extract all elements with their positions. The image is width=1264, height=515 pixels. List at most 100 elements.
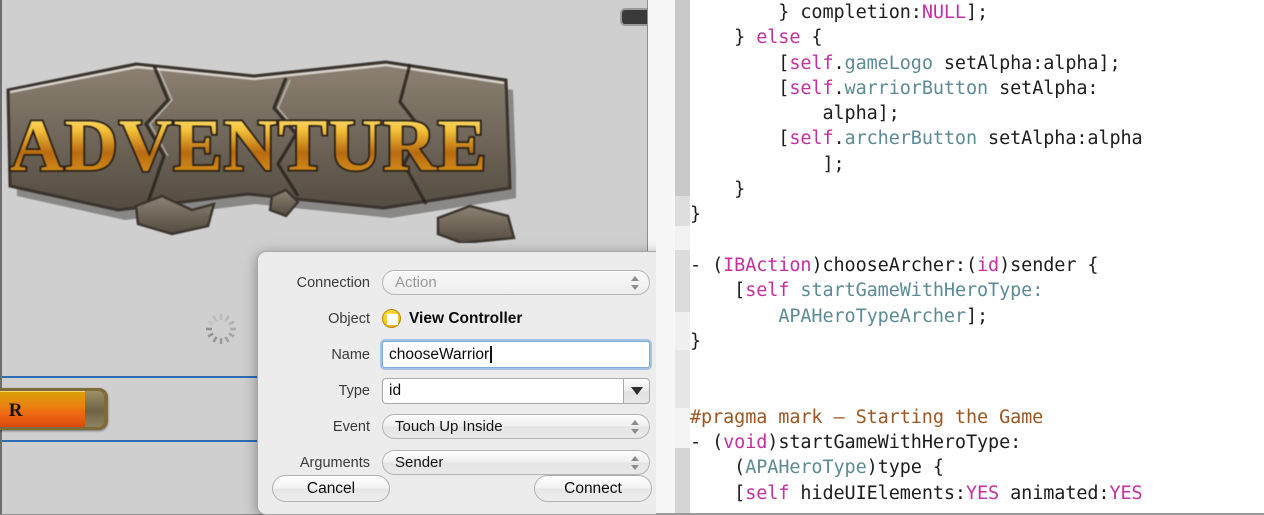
code-line: [self.archerButton setAlpha:alpha (690, 126, 1264, 151)
fold-band[interactable] (675, 250, 690, 312)
event-popup-button[interactable]: Touch Up Inside (382, 414, 650, 439)
code-token: { (800, 27, 823, 49)
code-line: [self.gameLogo setAlpha:alpha]; (690, 51, 1264, 76)
type-combobox[interactable]: id (382, 377, 650, 404)
code-token: } (690, 2, 801, 23)
form-row-connection: Connection Action (268, 266, 650, 299)
code-token: ]; (965, 305, 989, 327)
code-line: [self hideUIElements:YES animated:YES (690, 481, 1264, 506)
type-value: id (389, 381, 402, 399)
warrior-button-end-cap (85, 391, 105, 427)
warrior-button[interactable]: R (0, 388, 108, 430)
arguments-value: Sender (395, 454, 444, 471)
fold-band[interactable] (675, 312, 690, 350)
type-label: Type (338, 382, 370, 399)
code-editor-panel[interactable]: } completion:NULL]; } else { [self.gameL… (656, 0, 1264, 515)
code-line: ]; (690, 152, 1264, 177)
code-token: YES (1109, 482, 1143, 504)
code-token: warriorButton (844, 77, 989, 99)
name-input[interactable]: chooseWarrior (382, 341, 650, 368)
fold-band[interactable] (675, 408, 690, 448)
code-line: - (void)startGameWithHeroType: (690, 430, 1264, 455)
code-token: - ( (690, 432, 724, 454)
game-logo-image[interactable]: ADVENTURE (0, 38, 516, 243)
name-label: Name (331, 346, 370, 363)
code-token: APAHeroType (745, 457, 867, 479)
code-token: )chooseArcher:( (811, 254, 978, 276)
dialog-button-bar: Cancel Connect (272, 475, 652, 502)
canvas-status-badge[interactable] (620, 8, 647, 26)
code-token: #pragma mark — Starting the Game (690, 406, 1044, 428)
interface-builder-panel: ADVENTURE R Connection Action Object Vie… (0, 0, 656, 515)
arguments-label: Arguments (299, 454, 370, 471)
type-input[interactable]: id (382, 377, 623, 404)
chevron-down-icon (630, 386, 643, 395)
fold-band[interactable] (675, 0, 690, 196)
event-value: Touch Up Inside (395, 418, 503, 435)
code-line: } else { (690, 25, 1264, 50)
code-folding-ribbon[interactable] (675, 0, 690, 515)
chevron-updown-icon (631, 454, 640, 472)
code-line: APAHeroTypeArcher]; (690, 304, 1264, 329)
code-token: startGameWithHeroType: (800, 280, 1044, 302)
code-token: . (833, 128, 845, 150)
code-line: alpha]; (690, 101, 1264, 126)
code-token: APAHeroTypeArcher (778, 305, 966, 327)
code-token: NULL (921, 2, 966, 23)
code-token: id (977, 254, 1000, 276)
code-token: [ (690, 52, 790, 74)
arguments-popup-button[interactable]: Sender (382, 450, 650, 475)
fold-band[interactable] (675, 226, 690, 250)
code-token: self (745, 482, 790, 504)
fold-band[interactable] (675, 350, 690, 408)
code-token: [ (690, 280, 746, 302)
code-token: } (690, 330, 702, 352)
code-token: alpha]; (690, 103, 900, 125)
code-token: animated: (999, 482, 1110, 504)
code-token: setAlpha:alpha]; (932, 52, 1121, 74)
form-row-event: Event Touch Up Inside (268, 410, 650, 443)
activity-indicator-icon (206, 314, 236, 344)
connect-button[interactable]: Connect (534, 475, 652, 502)
connection-dialog: Connection Action Object View Controller… (257, 251, 656, 515)
editor-left-margin (656, 0, 675, 515)
code-line: [self startGameWithHeroType: (690, 278, 1264, 303)
type-dropdown-button[interactable] (623, 377, 650, 404)
code-line: #pragma mark — Starting the Game (690, 405, 1264, 430)
connection-popup-button[interactable]: Action (382, 270, 650, 295)
form-row-name: Name chooseWarrior (268, 338, 650, 371)
code-line: [self.warriorButton setAlpha: (690, 76, 1264, 101)
event-label: Event (332, 418, 370, 435)
fold-band[interactable] (675, 448, 690, 515)
code-line: (APAHeroType)type { (690, 455, 1264, 480)
object-value-group[interactable]: View Controller (382, 309, 650, 328)
code-token: self (789, 128, 834, 150)
code-token: [ (690, 77, 790, 99)
source-code[interactable]: } completion:NULL]; } else { [self.gameL… (690, 0, 1264, 515)
game-logo-text: ADVENTURE (10, 105, 488, 187)
form-row-object: Object View Controller (268, 302, 650, 335)
chevron-updown-icon (631, 274, 640, 292)
connection-value: Action (395, 274, 437, 291)
fold-band[interactable] (675, 196, 690, 226)
form-row-type: Type id (268, 374, 650, 407)
code-line: } (690, 202, 1264, 227)
object-value: View Controller (409, 309, 523, 327)
code-token: [ (690, 482, 746, 504)
cancel-button[interactable]: Cancel (272, 475, 390, 502)
code-token: } (690, 204, 702, 226)
code-line: } (690, 329, 1264, 354)
code-line: } (690, 177, 1264, 202)
code-token: self (789, 77, 834, 99)
name-input-value: chooseWarrior (389, 345, 490, 363)
code-token: void (723, 432, 768, 454)
code-token: else (756, 27, 801, 49)
object-label: Object (328, 310, 370, 327)
code-token: self (745, 280, 790, 302)
code-token: . (833, 52, 845, 74)
